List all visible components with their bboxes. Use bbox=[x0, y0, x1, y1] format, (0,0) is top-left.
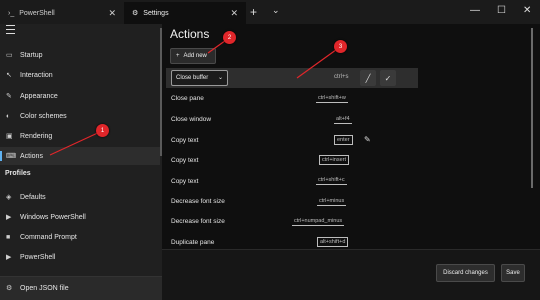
callout-arrow-1 bbox=[49, 130, 103, 156]
callout-marker-2: 2 bbox=[223, 31, 236, 44]
callout-arrow-3 bbox=[296, 46, 341, 79]
callout-marker-3: 3 bbox=[334, 40, 347, 53]
callout-arrows bbox=[49, 37, 341, 156]
callout-marker-1: 1 bbox=[96, 124, 109, 137]
